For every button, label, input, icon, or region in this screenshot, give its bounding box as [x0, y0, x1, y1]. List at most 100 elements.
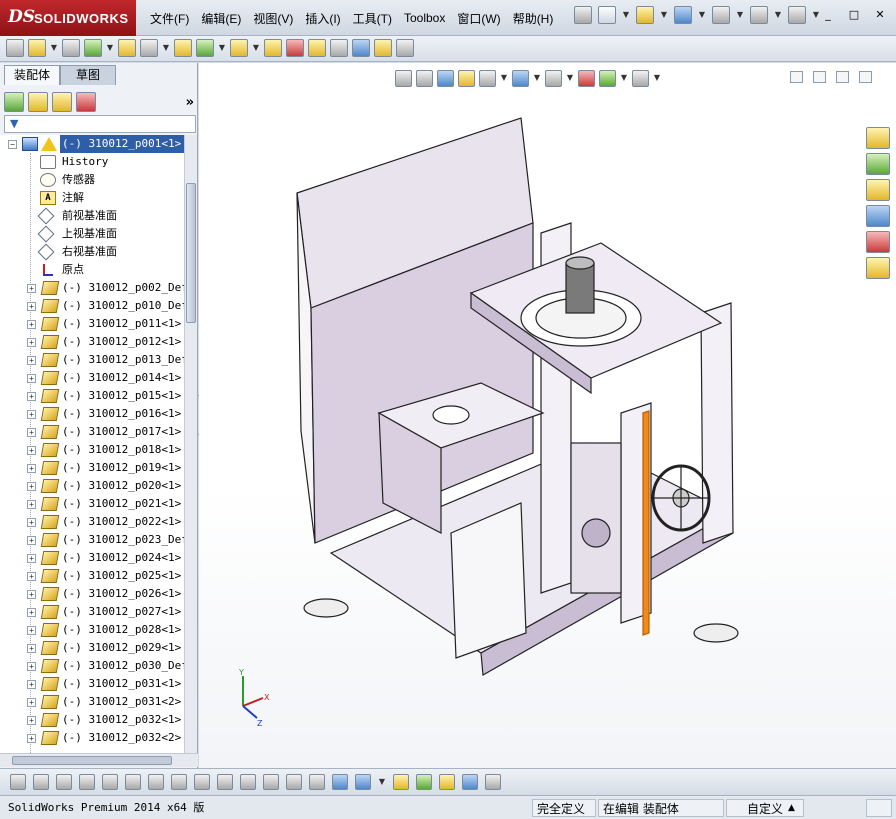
view-settings-dropdown-icon[interactable]: ▼ [653, 69, 661, 87]
tree-horizontal-scroll-thumb[interactable] [12, 756, 172, 765]
reference-dropdown-icon[interactable]: ▼ [252, 39, 260, 57]
maximize-button[interactable]: □ [846, 8, 862, 22]
property-manager-icon[interactable] [28, 92, 48, 112]
show-hidden-icon[interactable] [174, 39, 192, 57]
split-view-button[interactable] [790, 71, 803, 83]
reference-geometry-icon[interactable] [230, 39, 248, 57]
tree-vertical-scroll-thumb[interactable] [186, 183, 196, 323]
expand-icon[interactable]: + [27, 374, 36, 383]
solidworks-resources-icon[interactable] [866, 127, 890, 149]
hide-show-dropdown-icon[interactable]: ▼ [566, 69, 574, 87]
menu-help[interactable]: 帮助(H) [507, 10, 560, 27]
sketch-point-icon[interactable] [240, 774, 256, 790]
expand-icon[interactable]: + [27, 302, 36, 311]
expand-icon[interactable]: + [27, 320, 36, 329]
new-part-icon[interactable] [28, 39, 46, 57]
shaded-icon[interactable] [332, 774, 348, 790]
new-motion-study-icon[interactable] [264, 39, 282, 57]
section-icon[interactable] [462, 774, 478, 790]
menu-tools[interactable]: 工具(T) [347, 10, 398, 27]
rotate-icon[interactable] [439, 774, 455, 790]
measure-icon[interactable] [393, 774, 409, 790]
expand-icon[interactable]: + [27, 680, 36, 689]
previous-view-icon[interactable] [437, 69, 454, 87]
expand-icon[interactable]: + [27, 464, 36, 473]
filter-icon[interactable]: ▼ [10, 117, 18, 130]
viewport-restore-button[interactable] [836, 71, 849, 83]
save-dropdown-icon[interactable]: ▼ [698, 6, 706, 24]
pin-icon[interactable] [574, 6, 592, 24]
tree-vertical-scrollbar[interactable] [184, 135, 197, 753]
centerline-icon[interactable] [194, 774, 210, 790]
point-icon[interactable] [10, 774, 26, 790]
interference-detection-icon[interactable] [352, 39, 370, 57]
trim-icon[interactable] [102, 774, 118, 790]
view-settings-icon[interactable] [632, 69, 649, 87]
move-dropdown-icon[interactable]: ▼ [162, 39, 170, 57]
split-view-horizontal-button[interactable] [813, 71, 826, 83]
collapse-icon[interactable]: − [8, 140, 17, 149]
rebuild-icon[interactable] [866, 799, 892, 817]
expand-icon[interactable]: + [27, 482, 36, 491]
minimize-button[interactable]: _ [820, 8, 836, 22]
expand-icon[interactable]: + [27, 284, 36, 293]
undo-dropdown-icon[interactable]: ▼ [774, 6, 782, 24]
expand-icon[interactable]: + [27, 410, 36, 419]
clearance-verification-icon[interactable] [374, 39, 392, 57]
scene-dropdown-icon[interactable]: ▼ [620, 69, 628, 87]
print-dropdown-icon[interactable]: ▼ [736, 6, 744, 24]
expand-icon[interactable]: + [27, 446, 36, 455]
undo-icon[interactable] [750, 6, 768, 24]
move-component-icon[interactable] [140, 39, 158, 57]
expand-icon[interactable]: + [27, 716, 36, 725]
expand-icon[interactable]: + [27, 572, 36, 581]
display-dropdown-icon[interactable]: ▼ [378, 773, 386, 791]
move-icon[interactable] [416, 774, 432, 790]
expand-icon[interactable]: + [27, 392, 36, 401]
menu-file[interactable]: 文件(F) [144, 10, 195, 27]
new-document-icon[interactable] [598, 6, 616, 24]
features-dropdown-icon[interactable]: ▼ [218, 39, 226, 57]
design-library-icon[interactable] [866, 153, 890, 175]
menu-view[interactable]: 视图(V) [247, 10, 299, 27]
expand-icon[interactable]: + [27, 662, 36, 671]
file-explorer-icon[interactable] [866, 179, 890, 201]
apply-scene-icon[interactable] [599, 69, 616, 87]
graphics-area[interactable]: ▼ ▼ ▼ ▼ ▼ Y X Z [199, 63, 896, 768]
close-button[interactable]: ✕ [872, 8, 888, 22]
expand-icon[interactable]: + [27, 698, 36, 707]
menu-insert[interactable]: 插入(I) [299, 10, 346, 27]
dynamic-annotation-icon[interactable] [479, 69, 496, 87]
new-dropdown-icon[interactable]: ▼ [622, 6, 630, 24]
insert-component-icon[interactable] [6, 39, 24, 57]
grid-icon[interactable] [263, 774, 279, 790]
expand-icon[interactable]: + [27, 608, 36, 617]
wireframe-icon[interactable] [309, 774, 325, 790]
table-icon[interactable] [485, 774, 501, 790]
expand-icon[interactable]: + [27, 644, 36, 653]
feature-manager-tree-icon[interactable] [4, 92, 24, 112]
view-palette-icon[interactable] [866, 205, 890, 227]
explode-line-icon[interactable] [330, 39, 348, 57]
snap-icon[interactable] [286, 774, 302, 790]
open-icon[interactable] [636, 6, 654, 24]
tree-filter[interactable]: ▼ [4, 115, 196, 133]
expand-icon[interactable]: + [27, 428, 36, 437]
open-dropdown-icon[interactable]: ▼ [660, 6, 668, 24]
instant3d-icon[interactable] [396, 39, 414, 57]
linear-pattern-icon[interactable] [84, 39, 102, 57]
tab-sketch[interactable]: 草图 [60, 65, 116, 85]
viewport-maximize-button[interactable] [859, 71, 872, 83]
solidworks-logo[interactable]: DS SOLIDWORKS [0, 0, 136, 36]
units-dropdown-icon[interactable]: ▲ [784, 799, 804, 817]
help-icon[interactable] [788, 6, 806, 24]
section-view-icon[interactable] [458, 69, 475, 87]
expand-icon[interactable]: + [27, 626, 36, 635]
assembly-model[interactable] [271, 113, 741, 693]
bill-of-materials-icon[interactable] [286, 39, 304, 57]
exploded-view-icon[interactable] [308, 39, 326, 57]
expand-icon[interactable]: + [27, 500, 36, 509]
display-style-icon[interactable] [512, 69, 529, 87]
expand-icon[interactable]: + [27, 734, 36, 743]
zoom-to-fit-icon[interactable] [395, 69, 412, 87]
